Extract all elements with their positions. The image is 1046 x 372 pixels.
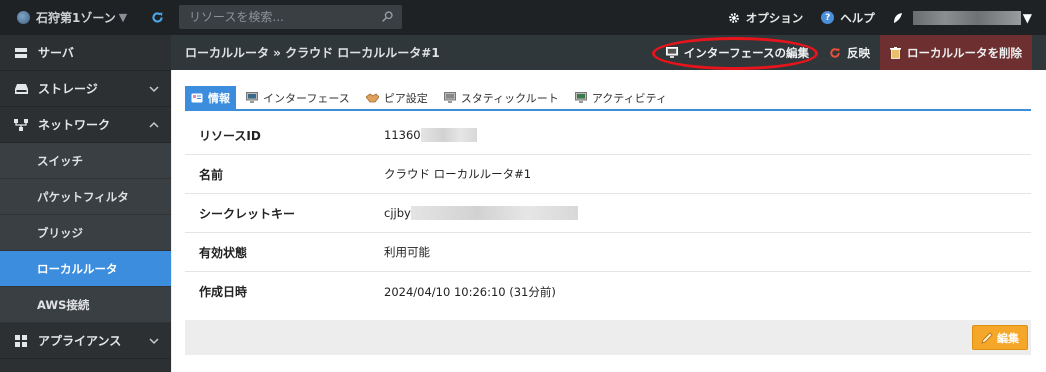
table-row: 作成日時 2024/04/10 10:26:10 (31分前): [185, 272, 1031, 311]
apply-button[interactable]: 反映: [819, 35, 880, 70]
help-icon: ?: [821, 11, 835, 24]
sidebar-subitem-packet-filter[interactable]: パケットフィルタ: [0, 179, 171, 215]
handshake-icon: [365, 92, 379, 103]
sidebar-item-label: ネットワーク: [38, 118, 111, 132]
sidebar-item-label: アプライアンス: [38, 334, 122, 348]
globe-icon: [17, 11, 30, 24]
table-row: 有効状態 利用可能: [185, 233, 1031, 272]
row-key: リソースID: [199, 128, 261, 143]
edit-button[interactable]: 編集: [972, 325, 1028, 350]
sidebar-subitem-aws-connect[interactable]: AWS接続: [0, 287, 171, 323]
edit-label: 編集: [997, 331, 1019, 345]
table-row: リソースID 11360: [185, 116, 1031, 155]
help-label: ヘルプ: [840, 10, 875, 25]
edit-interface-button[interactable]: インターフェースの編集: [656, 35, 819, 70]
account-menu[interactable]: ▼: [893, 10, 1032, 25]
tab-static-route[interactable]: スタティックルート: [438, 86, 565, 109]
resource-id-value: 11360: [384, 128, 421, 142]
search-input[interactable]: [179, 10, 374, 24]
account-name-redacted: [912, 10, 1021, 25]
redacted-mask: [410, 206, 578, 220]
tab-interface[interactable]: インターフェース: [240, 86, 356, 109]
sidebar-item-network[interactable]: ネットワーク: [0, 107, 171, 143]
caret-down-icon: ▼: [118, 11, 128, 24]
gear-icon: [728, 12, 740, 24]
tab-bar: 情報 インターフェース ピア設定 スタティックルート アクティビティ: [185, 86, 677, 109]
chevron-down-icon: [149, 335, 159, 349]
row-value: 11360: [384, 128, 477, 142]
tab-label: 情報: [208, 91, 230, 105]
refresh-button[interactable]: [142, 0, 172, 35]
breadcrumb: ローカルルータ » クラウド ローカルルータ#1: [185, 46, 440, 60]
chevron-up-icon: [149, 119, 159, 133]
sidebar-item-label: ストレージ: [38, 82, 98, 96]
grid-icon: [14, 334, 28, 347]
pencil-icon: [981, 331, 993, 344]
tab-label: アクティビティ: [591, 91, 667, 105]
row-key: シークレットキー: [199, 206, 296, 221]
delete-local-router-button[interactable]: ローカルルータを削除: [880, 35, 1032, 70]
monitor-icon: [246, 92, 258, 103]
delete-label: ローカルルータを削除: [907, 45, 1022, 60]
tab-label: スタティックルート: [460, 91, 559, 105]
options-menu[interactable]: オプション: [728, 10, 804, 26]
monitor-icon: [574, 92, 587, 103]
row-value: クラウド ローカルルータ#1: [384, 167, 532, 181]
top-bar: 石狩第1ゾーン ▼ オプション ? ヘルプ ▼: [0, 0, 1046, 35]
sidebar-item-label: サーバ: [38, 46, 74, 60]
tab-peer-settings[interactable]: ピア設定: [360, 86, 434, 109]
row-key: 有効状態: [199, 245, 248, 260]
search-icon[interactable]: [381, 10, 394, 26]
sidebar-subitem-local-router[interactable]: ローカルルータ: [0, 251, 171, 287]
trash-icon: [890, 46, 901, 59]
sidebar: サーバ ストレージ ネットワーク スイッチ パケットフィルタ ブリッジ ローカル…: [0, 35, 171, 372]
tab-label: インターフェース: [263, 91, 350, 105]
zone-label: 石狩第1ゾーン: [36, 11, 116, 25]
server-icon: [14, 47, 28, 59]
content-panel: 情報 インターフェース ピア設定 スタティックルート アクティビティ リソースI…: [172, 70, 1046, 372]
top-right-menu: オプション ? ヘルプ ▼: [710, 0, 1032, 35]
tab-underline: [185, 109, 1031, 111]
row-value: 2024/04/10 10:26:10 (31分前): [384, 284, 556, 299]
sidebar-item-storage[interactable]: ストレージ: [0, 71, 171, 107]
tab-activity[interactable]: アクティビティ: [569, 86, 673, 109]
info-card-icon: [191, 93, 203, 103]
row-value: cjjby: [384, 206, 578, 220]
storage-icon: [14, 83, 28, 94]
caret-down-icon: ▼: [1022, 10, 1032, 25]
tab-info[interactable]: 情報: [185, 86, 236, 109]
resource-header: ローカルルータ » クラウド ローカルルータ#1 インターフェースの編集 反映 …: [171, 35, 1046, 70]
refresh-icon: [151, 12, 163, 23]
options-label: オプション: [745, 10, 804, 25]
help-menu[interactable]: ? ヘルプ: [821, 10, 875, 26]
row-value: 利用可能: [384, 245, 430, 259]
monitor-icon: [665, 47, 678, 58]
tab-label: ピア設定: [383, 91, 428, 105]
sidebar-item-server[interactable]: サーバ: [0, 35, 171, 71]
zone-selector[interactable]: 石狩第1ゾーン ▼: [0, 0, 134, 35]
sidebar-subitem-switch[interactable]: スイッチ: [0, 143, 171, 179]
apply-label: 反映: [847, 45, 870, 60]
table-row: シークレットキー cjjby: [185, 194, 1031, 233]
row-key: 名前: [199, 167, 224, 182]
row-key: 作成日時: [199, 285, 248, 299]
sidebar-subitem-bridge[interactable]: ブリッジ: [0, 215, 171, 251]
secret-key-value: cjjby: [384, 206, 411, 220]
monitor-icon: [443, 92, 456, 103]
sidebar-item-appliance[interactable]: アプライアンス: [0, 323, 171, 359]
network-icon: [14, 118, 28, 131]
table-row: 名前 クラウド ローカルルータ#1: [185, 155, 1031, 194]
panel-footer: 編集: [185, 320, 1031, 355]
header-actions: インターフェースの編集 反映 ローカルルータを削除: [656, 35, 1032, 70]
reload-icon: [829, 47, 841, 59]
edit-interface-label: インターフェースの編集: [683, 45, 809, 60]
search-box[interactable]: [179, 5, 402, 29]
details-table: リソースID 11360 名前 クラウド ローカルルータ#1 シークレットキー …: [185, 116, 1031, 311]
leaf-icon: [893, 12, 903, 24]
redacted-mask: [420, 128, 477, 142]
chevron-down-icon: [149, 83, 159, 97]
